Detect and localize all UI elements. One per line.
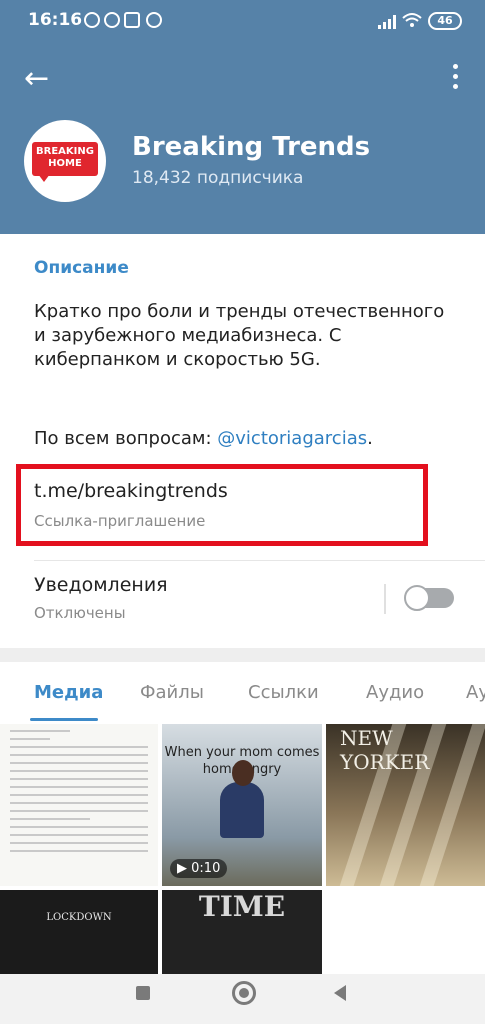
status-bar: 16:16 46 [0,0,485,44]
tab-audio[interactable]: Аудио [366,682,424,703]
active-tab-indicator [30,718,98,721]
alarm-icon [104,12,120,28]
divider [34,560,485,561]
questions-line: По всем вопросам: @victoriagarcias. [34,428,373,449]
media-tile-image[interactable] [326,890,485,974]
battery-indicator: 46 [428,12,462,30]
notifications-status: Отключены [34,604,126,622]
notifications-toggle[interactable] [404,585,454,611]
back-arrow-icon[interactable]: ← [24,64,49,94]
media-tile-video[interactable]: When your mom comes home angry ▶ 0:10 [162,724,322,886]
notifications-label: Уведомления [34,574,168,596]
cover-title: LOCKDOWN [46,912,112,923]
cover-title-time: TIME [198,890,286,923]
signal-icon [378,14,396,29]
tab-audio2[interactable]: Ау [466,682,485,703]
back-icon[interactable] [334,985,346,1001]
subscriber-count: 18,432 подписчика [132,168,304,188]
status-time: 16:16 [28,10,83,30]
media-tile-cover-lockdown[interactable]: LOCKDOWN [0,890,158,974]
channel-header: ← BREAKING HOME Breaking Trends 18,432 п… [0,44,485,234]
description-text: Кратко про боли и тренды отечественного … [34,301,445,370]
recents-icon[interactable] [136,986,150,1000]
highlight-frame [16,464,428,546]
avatar-logo: BREAKING HOME [32,142,98,176]
magazine-title: NEW YORKER [340,726,430,774]
media-tabs: Медиа Файлы Ссылки Аудио Ау [0,662,485,720]
mute-icon [84,12,100,28]
channel-title: Breaking Trends [132,132,371,162]
tab-links[interactable]: Ссылки [248,682,319,703]
tab-files[interactable]: Файлы [140,682,204,703]
media-tile-magazine[interactable]: NEW YORKER [326,724,485,886]
contact-handle-link[interactable]: @victoriagarcias [217,428,367,449]
home-icon[interactable] [232,981,256,1005]
location-icon [146,12,162,28]
divider-vertical [384,584,386,614]
tab-media[interactable]: Медиа [34,682,103,703]
wifi-icon [402,12,422,28]
video-duration-badge: ▶ 0:10 [170,859,228,878]
media-tile-cover-time[interactable]: TIME [162,890,322,974]
channel-avatar[interactable]: BREAKING HOME [24,120,106,202]
media-tile-document[interactable] [0,724,158,886]
more-menu-icon[interactable] [453,64,459,94]
section-gap [0,648,485,662]
sim-icon [124,12,140,28]
description-heading: Описание [34,258,129,278]
reporter-figure [220,782,264,838]
